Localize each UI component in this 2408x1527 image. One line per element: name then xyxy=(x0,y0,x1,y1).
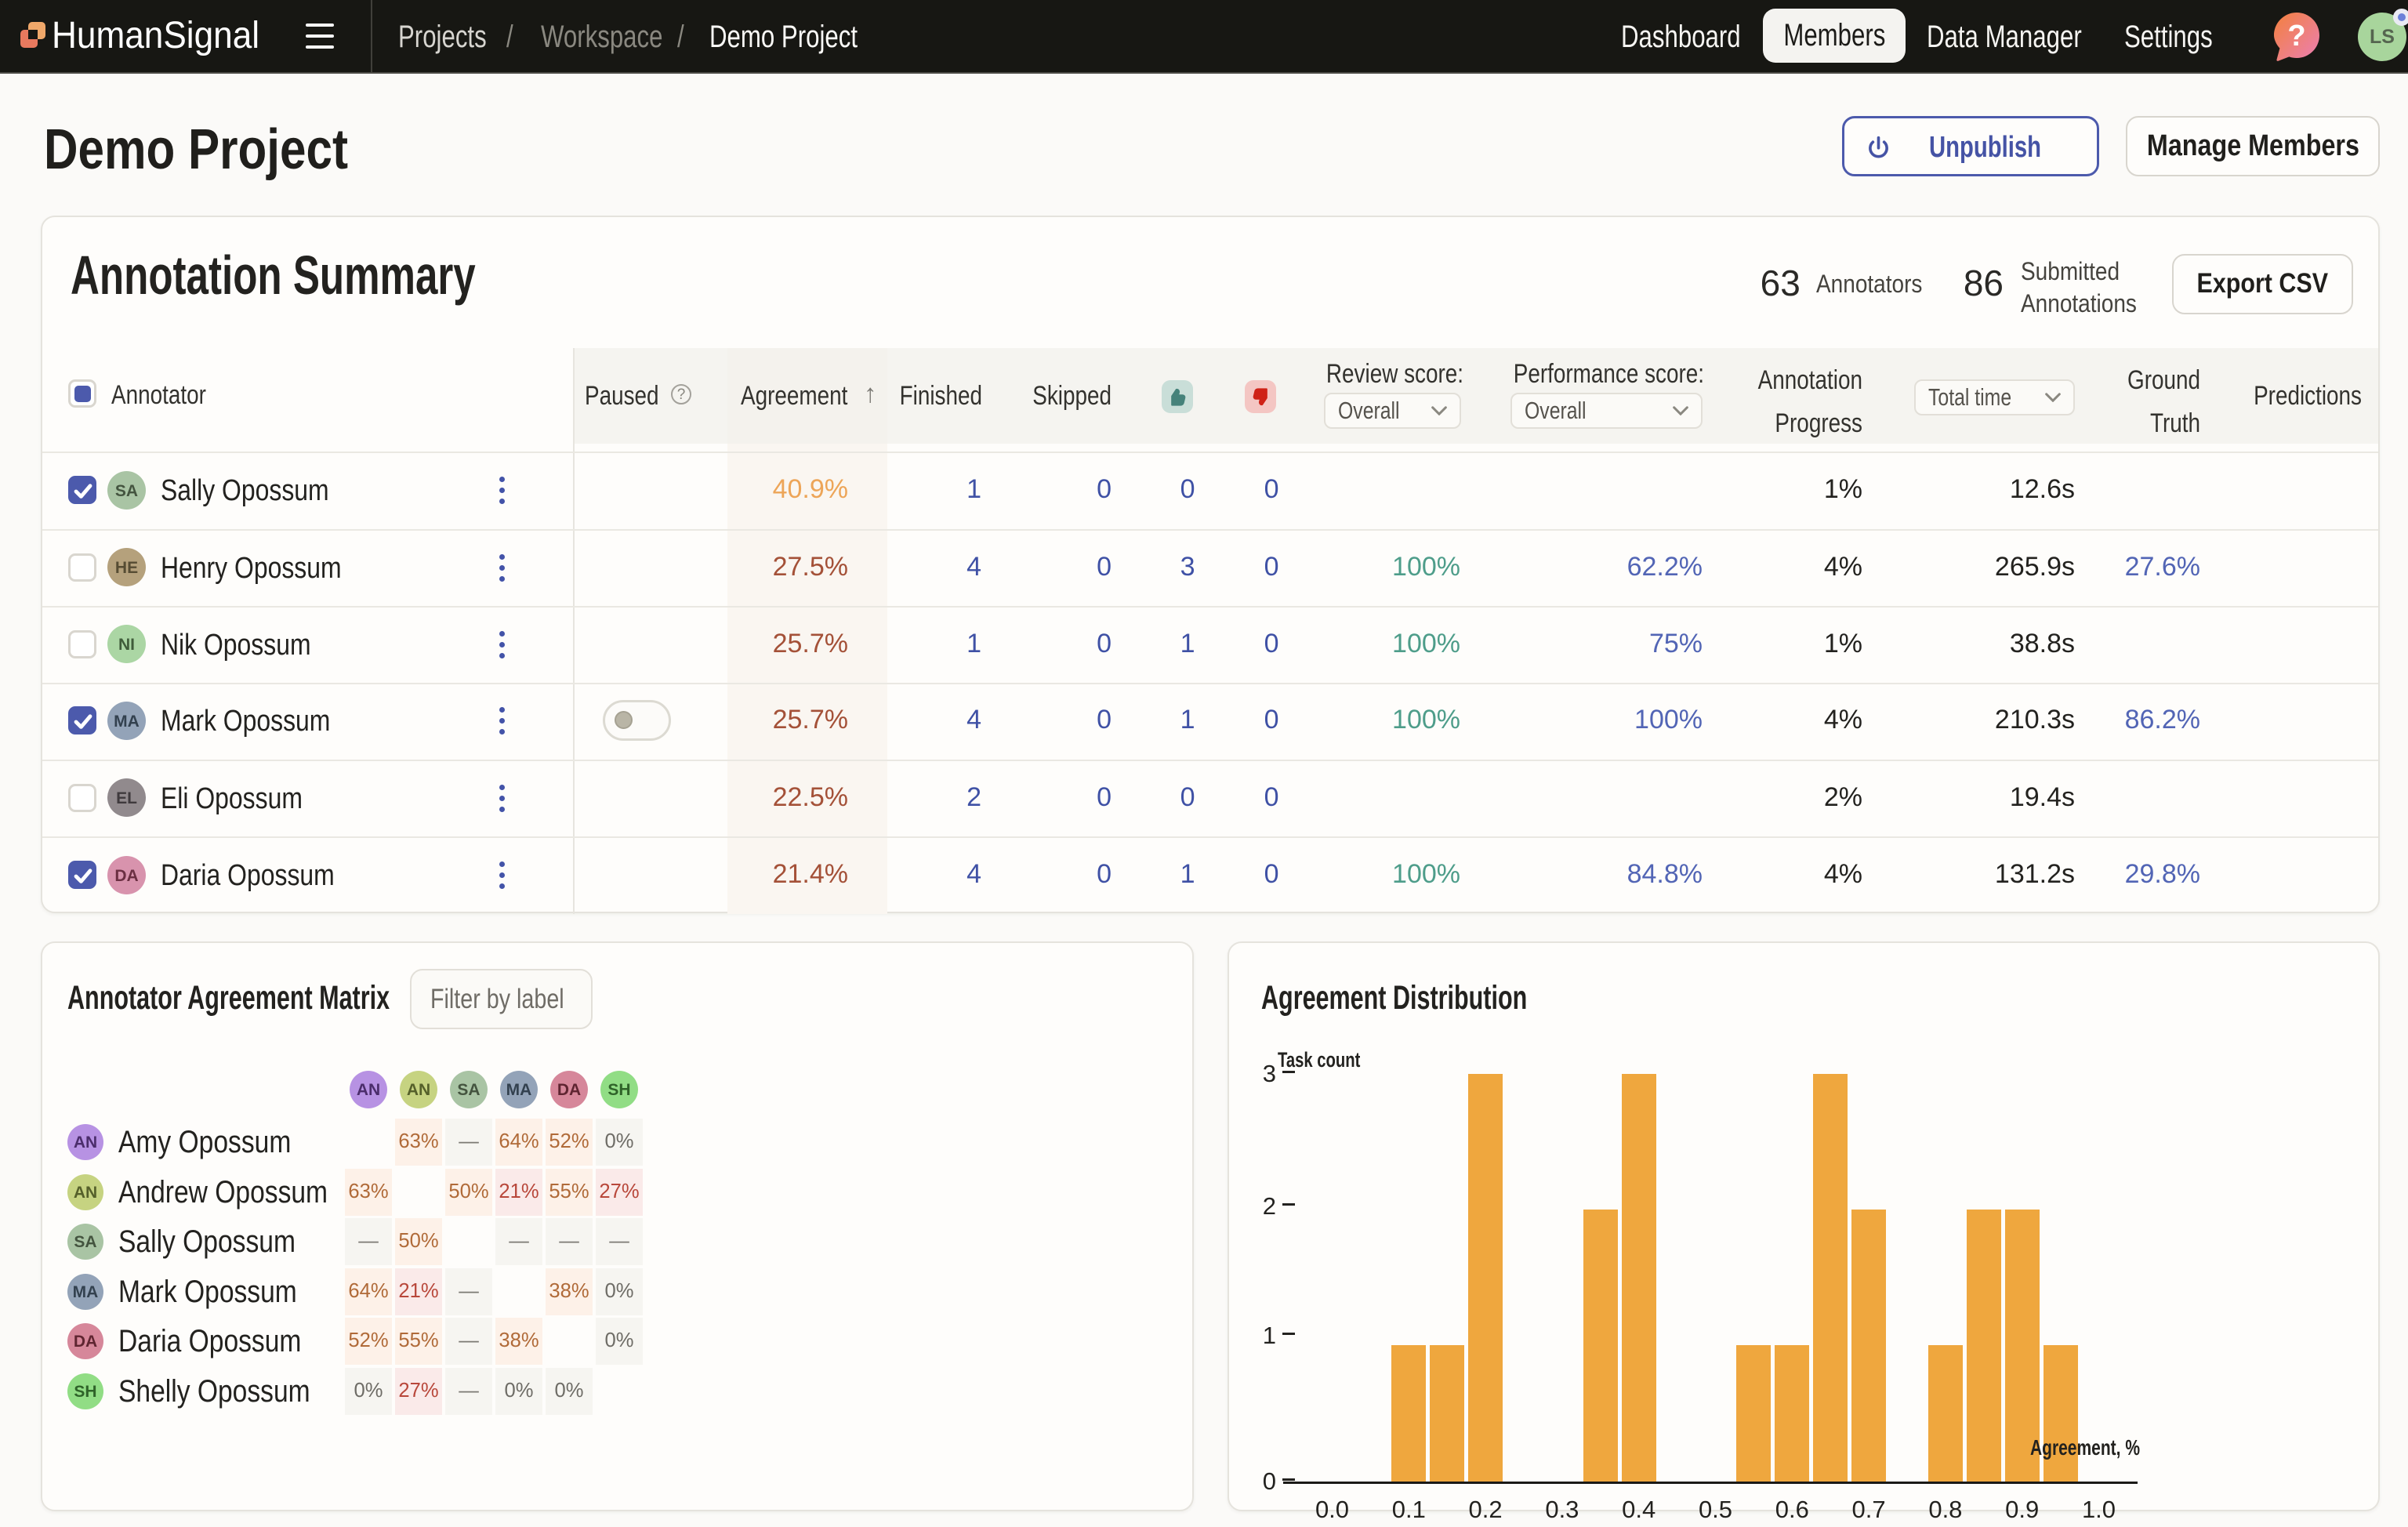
svg-text:?: ? xyxy=(2287,20,2305,53)
